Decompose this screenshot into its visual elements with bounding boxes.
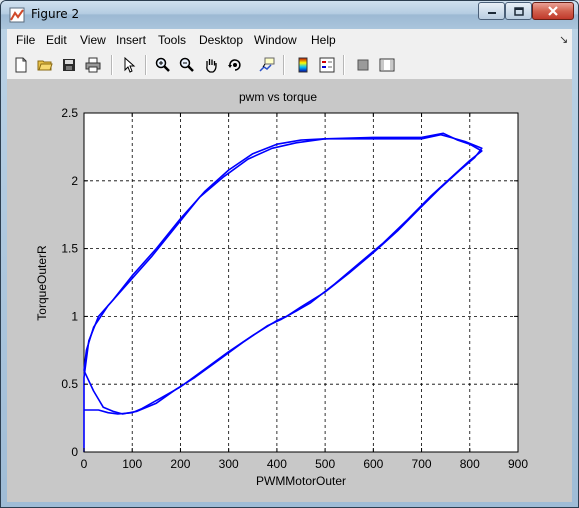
x-tick-label: 100 (122, 457, 142, 471)
matlab-figure-icon (9, 7, 25, 23)
rotate-3d-icon (228, 59, 241, 71)
menu-tools[interactable]: Tools (158, 33, 186, 47)
toolbar-separator (283, 55, 285, 75)
data-cursor-icon (259, 57, 275, 72)
zoom-out-icon (179, 57, 194, 72)
pan-hand-icon (206, 59, 217, 73)
new-figure-icon (15, 57, 27, 73)
rotate-3d-button[interactable] (225, 55, 245, 75)
edit-plot-button[interactable] (119, 55, 139, 75)
close-button[interactable] (532, 2, 574, 20)
menu-file[interactable]: File (16, 33, 35, 47)
insert-colorbar-icon (298, 57, 308, 73)
open-file-button[interactable] (35, 55, 55, 75)
zoom-in-icon (155, 57, 170, 72)
edit-plot-arrow-icon (124, 57, 136, 73)
print-icon (85, 57, 101, 73)
x-tick-label: 600 (363, 457, 383, 471)
menu-bar: File Edit View Insert Tools Desktop Wind… (7, 29, 572, 52)
window-title: Figure 2 (31, 7, 80, 21)
toolbar-separator (145, 55, 147, 75)
new-figure-button[interactable] (11, 55, 31, 75)
hide-plot-tools-icon (357, 59, 369, 71)
y-tick-label: 1.5 (61, 242, 78, 256)
menu-desktop[interactable]: Desktop (199, 33, 243, 47)
menu-edit[interactable]: Edit (46, 33, 67, 47)
close-icon (548, 6, 558, 16)
pwm-vs-torque-plot[interactable]: pwm vs torque 0 100 200 300 400 500 600 700 800 9… (7, 80, 572, 502)
x-tick-label: 900 (508, 457, 528, 471)
zoom-in-button[interactable] (153, 55, 173, 75)
print-button[interactable] (83, 55, 103, 75)
save-icon (63, 59, 75, 71)
x-tick-label: 300 (219, 457, 239, 471)
figure-window: Figure 2 File Edit View Insert Tools Des… (0, 0, 579, 508)
save-button[interactable] (59, 55, 79, 75)
axes-area[interactable] (83, 112, 519, 453)
figure-toolbar (7, 51, 572, 80)
hide-plot-tools-button[interactable] (353, 55, 373, 75)
maximize-button[interactable] (505, 2, 532, 20)
toolbar-separator (343, 55, 345, 75)
insert-colorbar-button[interactable] (293, 55, 313, 75)
x-tick-label: 200 (170, 457, 190, 471)
maximize-icon (513, 6, 524, 16)
open-file-icon (37, 60, 53, 71)
show-plot-tools-button[interactable] (377, 55, 397, 75)
y-tick-label: 2 (71, 174, 78, 188)
minimize-button[interactable] (478, 2, 505, 20)
x-tick-label: 800 (460, 457, 480, 471)
minimize-icon (487, 12, 496, 14)
show-plot-tools-icon (379, 58, 395, 72)
x-tick-label: 400 (267, 457, 287, 471)
dock-figure-icon[interactable]: ↘ (559, 33, 568, 46)
menu-insert[interactable]: Insert (116, 33, 146, 47)
title-bar[interactable]: Figure 2 (1, 1, 578, 29)
insert-legend-button[interactable] (317, 55, 337, 75)
figure-canvas: pwm vs torque 0 100 200 300 400 500 600 700 800 9… (7, 80, 572, 502)
data-cursor-button[interactable] (257, 55, 277, 75)
zoom-out-button[interactable] (177, 55, 197, 75)
menu-view[interactable]: View (80, 33, 106, 47)
x-tick-label: 500 (315, 457, 335, 471)
x-axis-label: PWMMotorOuter (256, 474, 346, 488)
x-tick-label: 700 (412, 457, 432, 471)
insert-legend-icon (319, 57, 335, 73)
menu-help[interactable]: Help (311, 33, 336, 47)
y-tick-label: 2.5 (61, 106, 78, 120)
y-axis-label: TorqueOuterR (35, 245, 49, 321)
menu-window[interactable]: Window (254, 33, 297, 47)
x-tick-label: 0 (81, 457, 88, 471)
pan-button[interactable] (201, 55, 221, 75)
y-tick-label: 0.5 (61, 377, 78, 391)
chart-title: pwm vs torque (239, 90, 317, 104)
toolbar-separator (111, 55, 113, 75)
y-tick-label: 1 (71, 309, 78, 323)
y-tick-label: 0 (71, 445, 78, 459)
